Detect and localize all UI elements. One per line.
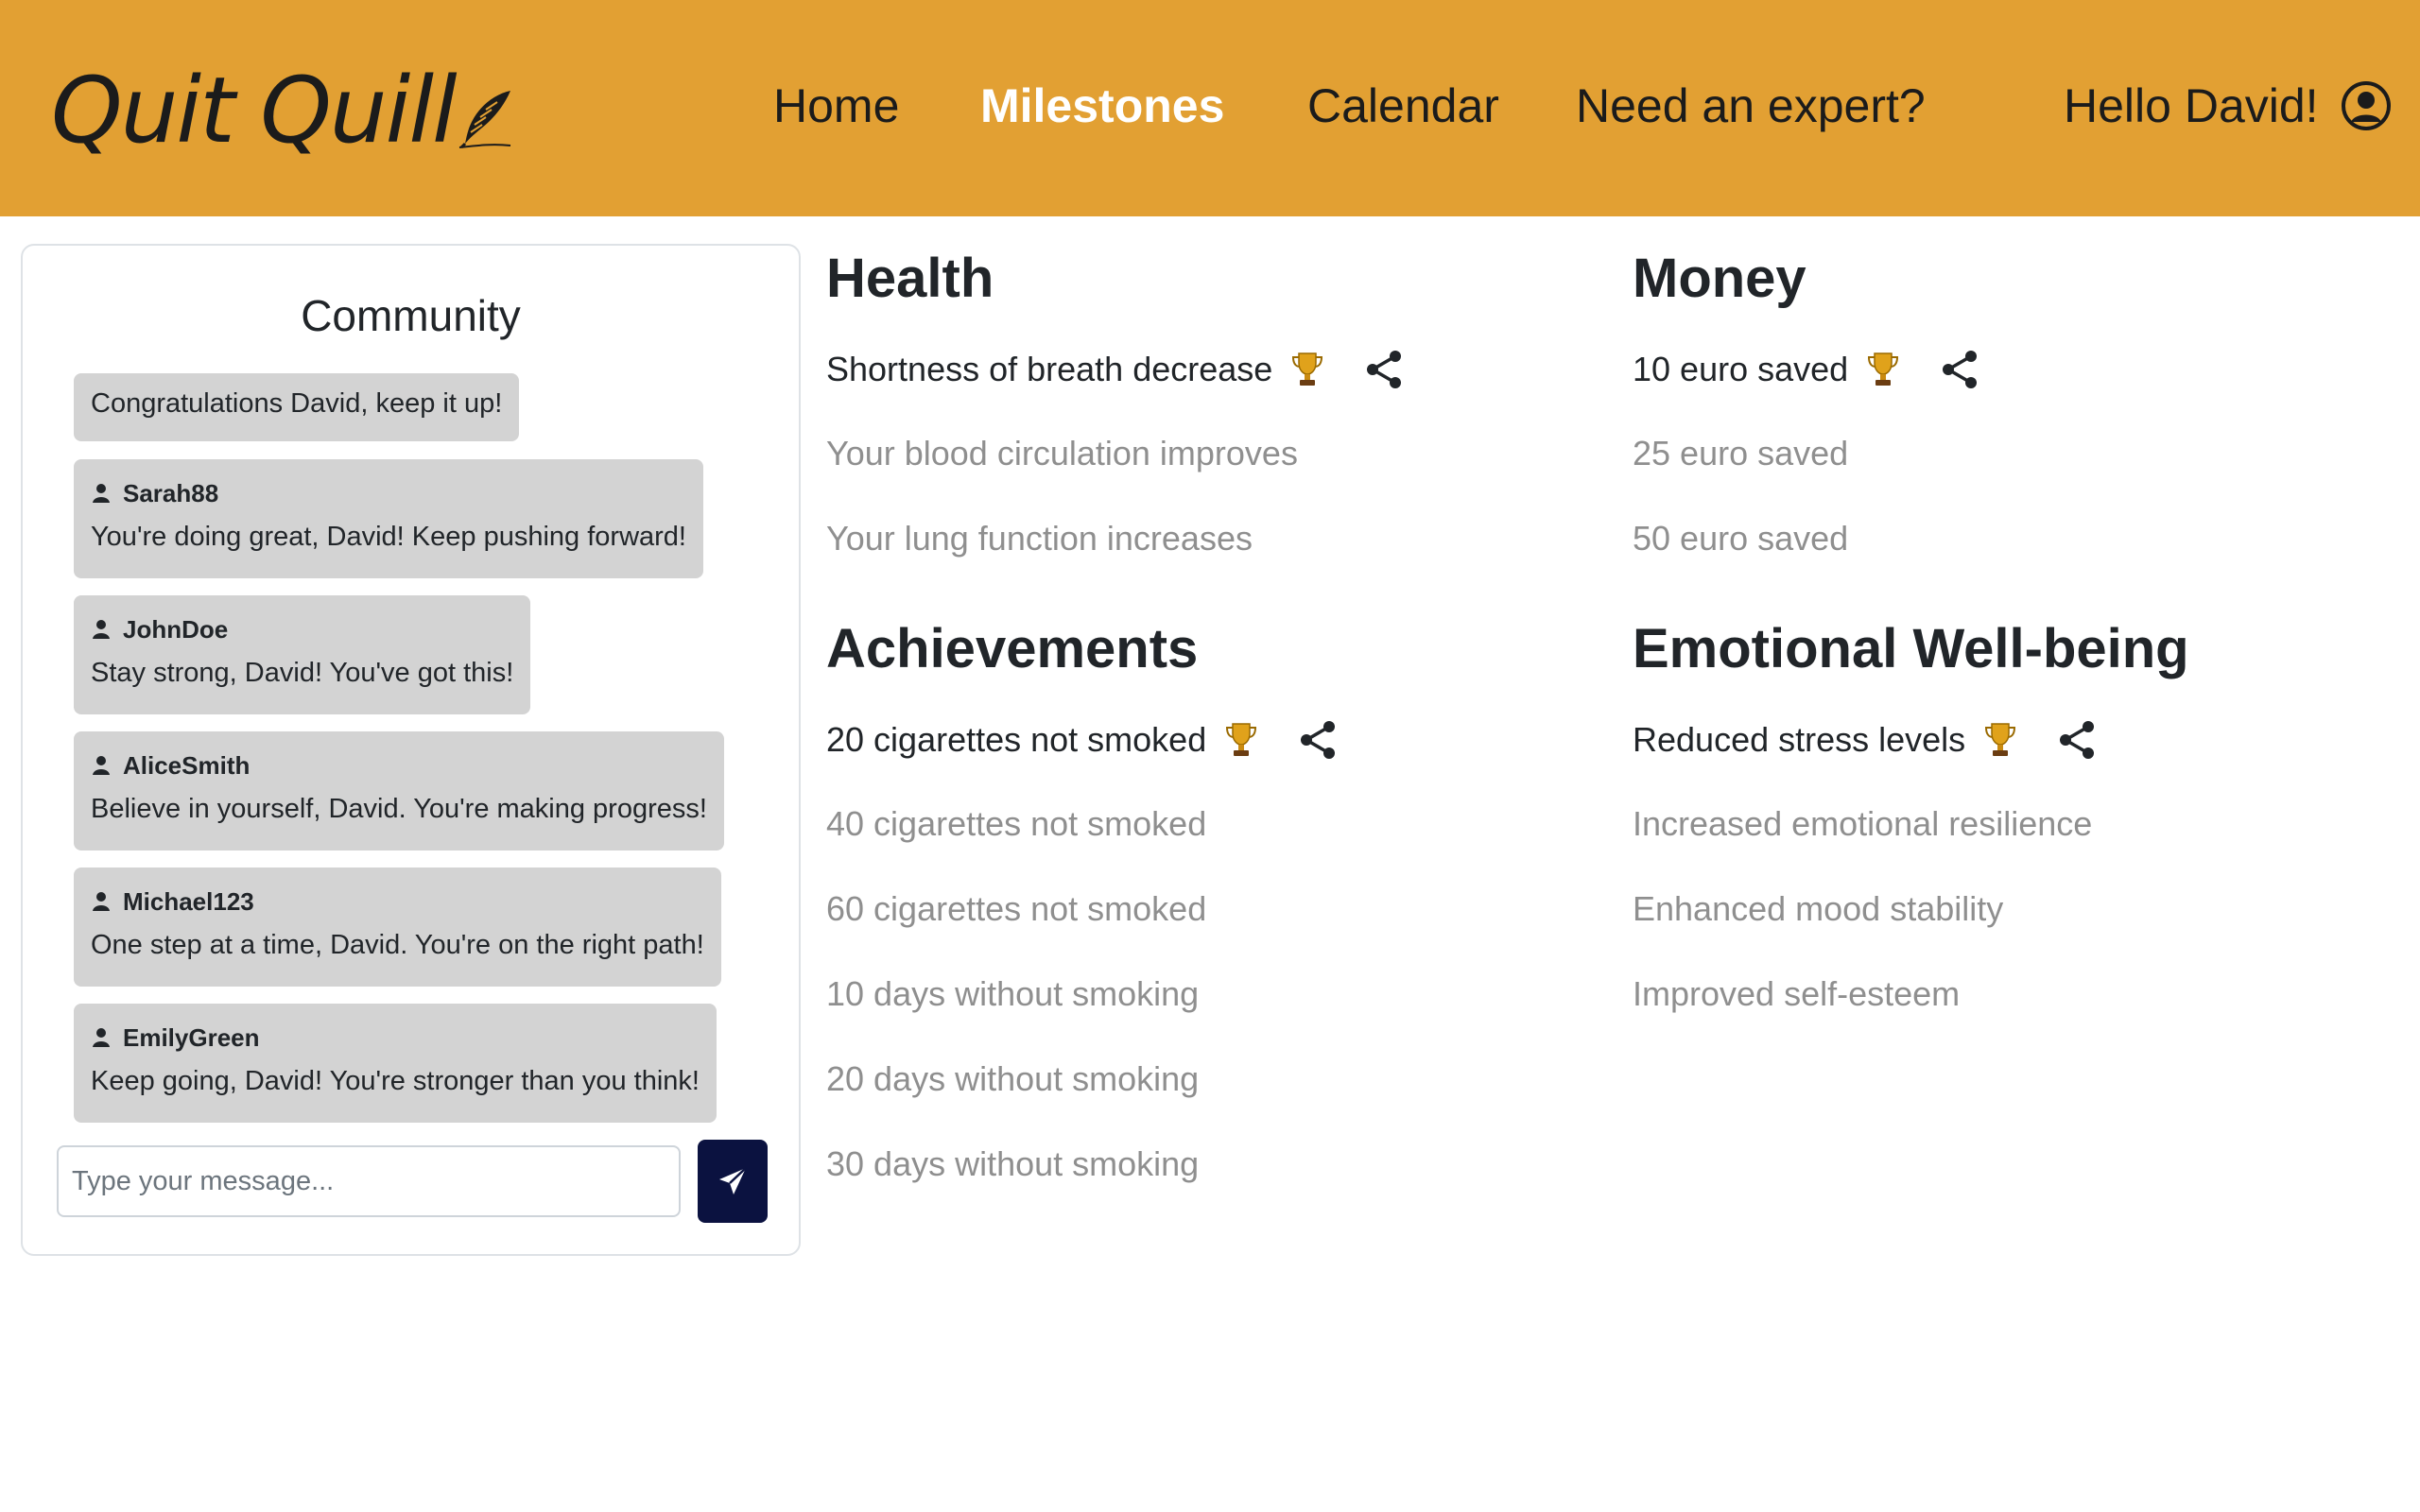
community-panel: Community Congratulations David, keep it… [21,244,801,1256]
milestone-label: 10 euro saved [1633,350,1849,388]
milestone-label: Reduced stress levels [1633,720,1966,759]
quill-icon [458,91,510,149]
milestone-upcoming: 20 days without smoking [826,1059,1200,1098]
user-circle-icon[interactable] [2341,80,2392,131]
share-icon[interactable] [1939,348,1982,391]
milestone-achieved: Shortness of breath decrease [826,348,1407,391]
chat-message: Sarah88 You're doing great, David! Keep … [74,459,703,578]
chat-message: Michael123 One step at a time, David. Yo… [74,868,721,987]
chat-message: Congratulations David, keep it up! [74,373,520,441]
milestone-upcoming: Your lung function increases [826,519,1253,558]
message-author: EmilyGreen [91,1022,700,1053]
author-name: AliceSmith [123,751,251,780]
share-icon[interactable] [1297,718,1340,762]
person-icon [93,484,110,503]
author-name: EmilyGreen [123,1023,260,1052]
milestone-upcoming: Your blood circulation improves [826,434,1298,472]
trophy-icon [1868,352,1899,386]
nav-milestones[interactable]: Milestones [980,77,1224,134]
chat-message: JohnDoe Stay strong, David! You've got t… [74,595,531,714]
person-icon [93,620,110,639]
share-icon[interactable] [2056,718,2100,762]
message-input[interactable] [57,1145,681,1217]
message-text: Stay strong, David! You've got this! [91,658,514,688]
milestone-upcoming: 50 euro saved [1633,519,1849,558]
author-name: Michael123 [123,887,254,916]
milestone-upcoming: 25 euro saved [1633,434,1849,472]
milestone-upcoming: 40 cigarettes not smoked [826,804,1207,843]
milestone-achieved: 10 euro saved [1633,348,1982,391]
message-text: You're doing great, David! Keep pushing … [91,522,686,552]
community-title: Community [301,291,521,340]
trophy-icon [1292,352,1323,386]
trophy-icon [1226,723,1257,756]
milestone-upcoming: Increased emotional resilience [1633,804,2093,843]
author-name: JohnDoe [123,615,229,644]
send-button[interactable] [698,1140,768,1223]
author-name: Sarah88 [123,479,219,507]
chat-message: AliceSmith Believe in yourself, David. Y… [74,731,724,850]
message-text: Believe in yourself, David. You're makin… [91,794,707,824]
health-title: Health [826,248,994,309]
message-text: Keep going, David! You're stronger than … [91,1066,700,1096]
message-author: Michael123 [91,886,704,917]
message-author: AliceSmith [91,750,707,781]
nav-calendar[interactable]: Calendar [1307,77,1499,134]
message-text: Congratulations David, keep it up! [91,388,503,419]
logo-text: Quit Quill [51,58,458,163]
emotional-title: Emotional Well-being [1633,618,2189,679]
app-logo[interactable]: Quit Quill [51,59,514,163]
message-text: One step at a time, David. You're on the… [91,930,704,960]
top-navbar: Quit Quill Home Milestones Calendar Need… [0,0,2420,216]
achievements-title: Achievements [826,618,1199,679]
person-icon [93,1028,110,1047]
nav-home[interactable]: Home [773,77,899,134]
milestone-label: Shortness of breath decrease [826,350,1273,388]
message-author: JohnDoe [91,614,513,644]
trophy-icon [1985,723,2016,756]
user-greeting: Hello David! [2064,79,2319,132]
money-title: Money [1633,248,1806,309]
milestone-upcoming: Enhanced mood stability [1633,889,2004,928]
milestone-label: 20 cigarettes not smoked [826,720,1207,759]
milestone-upcoming: 30 days without smoking [826,1144,1200,1183]
milestone-achieved: 20 cigarettes not smoked [826,718,1340,762]
milestone-upcoming: Improved self-esteem [1633,974,1961,1013]
message-author: Sarah88 [91,478,686,508]
milestone-achieved: Reduced stress levels [1633,718,2100,762]
paper-plane-icon [719,1167,747,1194]
person-icon [93,756,110,775]
chat-message: EmilyGreen Keep going, David! You're str… [74,1004,717,1123]
milestone-upcoming: 10 days without smoking [826,974,1200,1013]
nav-need-expert[interactable]: Need an expert? [1576,77,1926,134]
milestone-upcoming: 60 cigarettes not smoked [826,889,1207,928]
person-icon [93,892,110,911]
share-icon[interactable] [1363,348,1407,391]
